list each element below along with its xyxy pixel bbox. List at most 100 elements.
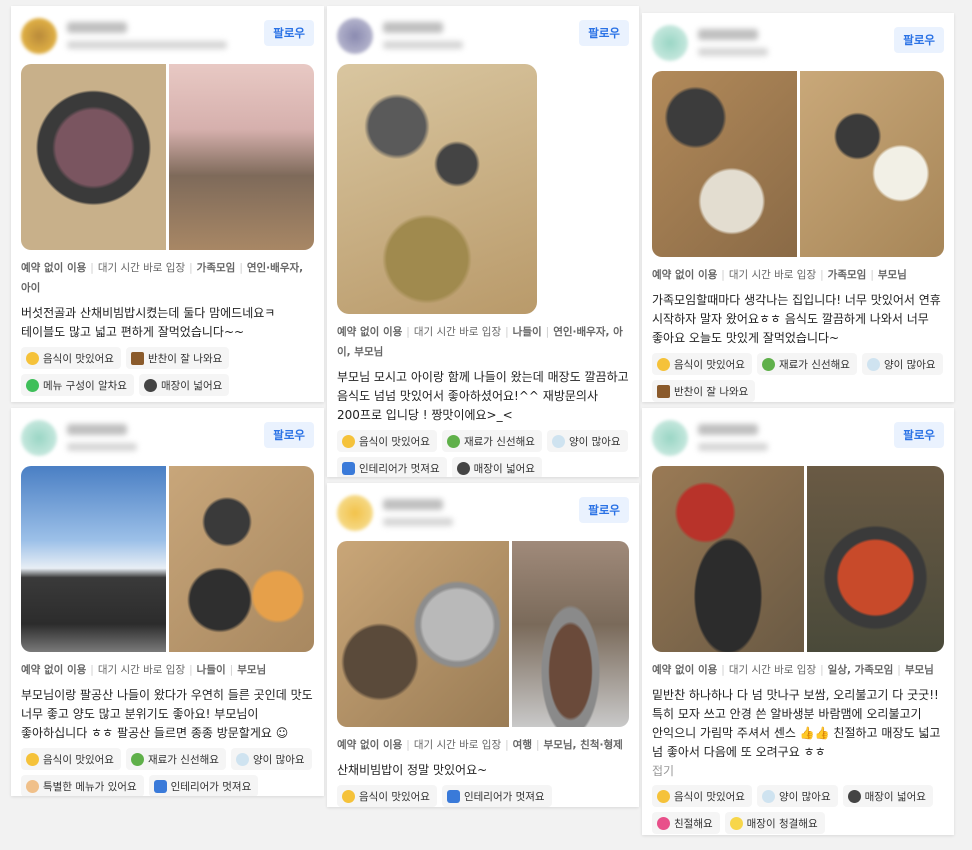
avatar[interactable] bbox=[21, 18, 57, 54]
keyword-chip: 매장이 넓어요 bbox=[451, 457, 542, 477]
tag-purpose: 여행 bbox=[512, 739, 532, 751]
follow-button[interactable]: 팔로우 bbox=[579, 20, 629, 46]
review-photo[interactable] bbox=[21, 466, 166, 652]
keyword-chip: 반찬이 잘 나와요 bbox=[125, 347, 230, 369]
collapse-link[interactable]: 접기 bbox=[652, 762, 944, 780]
keyword-chip: 재료가 신선해요 bbox=[125, 748, 226, 770]
review-card: 팔로우 예약 없이 이용 | 대기 시간 바로 입장 | 가족모임 | 연인·배우자, 아이… bbox=[11, 6, 324, 402]
review-photo[interactable] bbox=[511, 541, 629, 727]
avatar[interactable] bbox=[652, 25, 688, 61]
review-photo[interactable] bbox=[169, 64, 314, 250]
yum-face-icon bbox=[657, 789, 670, 803]
yum-face-icon bbox=[657, 357, 670, 371]
yum-face-icon bbox=[26, 351, 39, 365]
review-card: 팔로우 예약 없이 이용 | 대기 시간 바로 입장 | 여행 | 부모님, 친척·형제 산… bbox=[327, 483, 639, 807]
reviewer-meta bbox=[67, 443, 137, 451]
sofa-icon bbox=[446, 789, 460, 803]
tag-reservation: 예약 없이 이용 bbox=[337, 739, 403, 751]
avatar[interactable] bbox=[337, 18, 373, 54]
tag-wait: 대기 시간 바로 입장 bbox=[97, 664, 186, 676]
follow-button[interactable]: 팔로우 bbox=[264, 422, 314, 448]
tag-reservation: 예약 없이 이용 bbox=[337, 326, 403, 338]
review-tags: 예약 없이 이용 | 대기 시간 바로 입장 | 일상, 가족모임 | 부모님 bbox=[652, 664, 934, 676]
follow-button[interactable]: 팔로우 bbox=[579, 497, 629, 523]
follow-button[interactable]: 팔로우 bbox=[894, 27, 944, 53]
reviewer-name[interactable] bbox=[67, 22, 127, 33]
review-photo[interactable] bbox=[169, 466, 314, 652]
tag-reservation: 예약 없이 이용 bbox=[21, 262, 87, 274]
keyword-chip: 양이 많아요 bbox=[230, 748, 312, 770]
eyes-icon bbox=[143, 378, 157, 392]
follow-button[interactable]: 팔로우 bbox=[894, 422, 944, 448]
keyword-chip: 음식이 맛있어요 bbox=[337, 785, 437, 807]
keyword-chip: 특별한 메뉴가 있어요 bbox=[21, 775, 144, 796]
yum-face-icon bbox=[342, 789, 355, 803]
review-text[interactable]: 가족모임할때마다 생각나는 집입니다! 너무 맛있어서 연휴 시작하자 말자 왔… bbox=[652, 291, 944, 348]
follow-button[interactable]: 팔로우 bbox=[264, 20, 314, 46]
reviewer-name[interactable] bbox=[383, 499, 443, 510]
keyword-chip: 매장이 청결해요 bbox=[724, 812, 825, 834]
reviewer-meta bbox=[383, 518, 453, 526]
review-photo[interactable] bbox=[652, 71, 797, 257]
chef-icon bbox=[26, 779, 39, 793]
bowl-icon bbox=[761, 789, 775, 803]
sofa-icon bbox=[342, 461, 355, 475]
keyword-chips: 음식이 맛있어요 재료가 신선해요 양이 많아요 반찬이 잘 나와요 bbox=[652, 353, 944, 402]
keyword-chip: 음식이 맛있어요 bbox=[652, 353, 752, 375]
review-header: 팔로우 bbox=[652, 418, 944, 466]
avatar[interactable] bbox=[652, 420, 688, 456]
review-header: 팔로우 bbox=[337, 16, 629, 64]
review-text[interactable]: 부모님 모시고 아이랑 함께 나들이 왔는데 매장도 깔끔하고 음식도 넘넘 맛… bbox=[337, 368, 629, 425]
reviewer-meta bbox=[698, 48, 768, 56]
yum-face-icon bbox=[26, 752, 39, 766]
review-text[interactable]: 버섯전골과 산채비빔밥시켰는데 둘다 맘에드네요ㅋ 테이블도 많고 넓고 편하게… bbox=[21, 304, 314, 342]
tag-wait: 대기 시간 바로 입장 bbox=[728, 664, 817, 676]
avatar[interactable] bbox=[21, 420, 57, 456]
yum-face-icon bbox=[342, 434, 355, 448]
keyword-chip: 반찬이 잘 나와요 bbox=[652, 380, 756, 402]
review-photos[interactable] bbox=[21, 64, 314, 250]
review-text[interactable]: 부모님이랑 팔공산 나들이 왔다가 우연히 들른 곳인데 맛도 너무 좋고 양도… bbox=[21, 686, 314, 743]
side-dish-icon bbox=[130, 351, 144, 365]
review-header: 팔로우 bbox=[652, 23, 944, 71]
keyword-chips: 음식이 맛있어요 반찬이 잘 나와요 메뉴 구성이 알차요 매장이 넓어요 bbox=[21, 347, 314, 396]
bowl-icon bbox=[866, 357, 880, 371]
review-header: 팔로우 bbox=[21, 16, 314, 64]
review-text[interactable]: 산채비빔밥이 정말 맛있어요~ bbox=[337, 761, 629, 780]
review-photos[interactable] bbox=[652, 71, 944, 257]
tag-purpose: 가족모임 bbox=[196, 262, 236, 274]
review-photo[interactable] bbox=[799, 71, 944, 257]
review-header: 팔로우 bbox=[21, 418, 314, 466]
review-photos[interactable] bbox=[337, 64, 537, 314]
keyword-chip: 메뉴 구성이 알차요 bbox=[21, 374, 134, 396]
keyword-chip: 음식이 맛있어요 bbox=[21, 748, 121, 770]
reviewer-name[interactable] bbox=[698, 29, 758, 40]
reviewer-name[interactable] bbox=[383, 22, 443, 33]
tag-wait: 대기 시간 바로 입장 bbox=[97, 262, 186, 274]
tag-purpose: 가족모임 bbox=[827, 269, 867, 281]
keyword-chips: 음식이 맛있어요 양이 많아요 매장이 넓어요 친절해요 매장이 청결해요 bbox=[652, 785, 944, 834]
review-photos[interactable] bbox=[21, 466, 314, 652]
review-photo[interactable] bbox=[337, 541, 509, 727]
review-photos[interactable] bbox=[337, 541, 629, 727]
review-photo[interactable] bbox=[337, 64, 537, 314]
review-card: 팔로우 예약 없이 이용 | 대기 시간 바로 입장 | 나들이 | 부모님 부모님이랑 팔… bbox=[11, 408, 324, 796]
review-text[interactable]: 밑반찬 하나하나 다 넘 맛나구 보쌈, 오리불고기 다 굿굿!! 특히 모자 … bbox=[652, 686, 944, 762]
keyword-chips: 음식이 맛있어요 인테리어가 멋져요 bbox=[337, 785, 629, 807]
reviewer-name[interactable] bbox=[698, 424, 758, 435]
reviewer-meta bbox=[698, 443, 768, 451]
review-photo[interactable] bbox=[806, 466, 944, 652]
tag-companion: 부모님 bbox=[237, 664, 267, 676]
keyword-chip: 인테리어가 멋져요 bbox=[441, 785, 552, 807]
review-card: 팔로우 예약 없이 이용 | 대기 시간 바로 입장 | 일상, 가족모임 | 부모님 밑반… bbox=[642, 408, 954, 835]
keyword-chip: 재료가 신선해요 bbox=[756, 353, 857, 375]
review-photo[interactable] bbox=[21, 64, 166, 250]
review-photo[interactable] bbox=[652, 466, 804, 652]
bowl-icon bbox=[551, 434, 565, 448]
review-header: 팔로우 bbox=[337, 493, 629, 541]
heart-hands-icon bbox=[657, 816, 670, 830]
reviewer-name[interactable] bbox=[67, 424, 127, 435]
sofa-icon bbox=[153, 779, 167, 793]
review-photos[interactable] bbox=[652, 466, 944, 652]
avatar[interactable] bbox=[337, 495, 373, 531]
